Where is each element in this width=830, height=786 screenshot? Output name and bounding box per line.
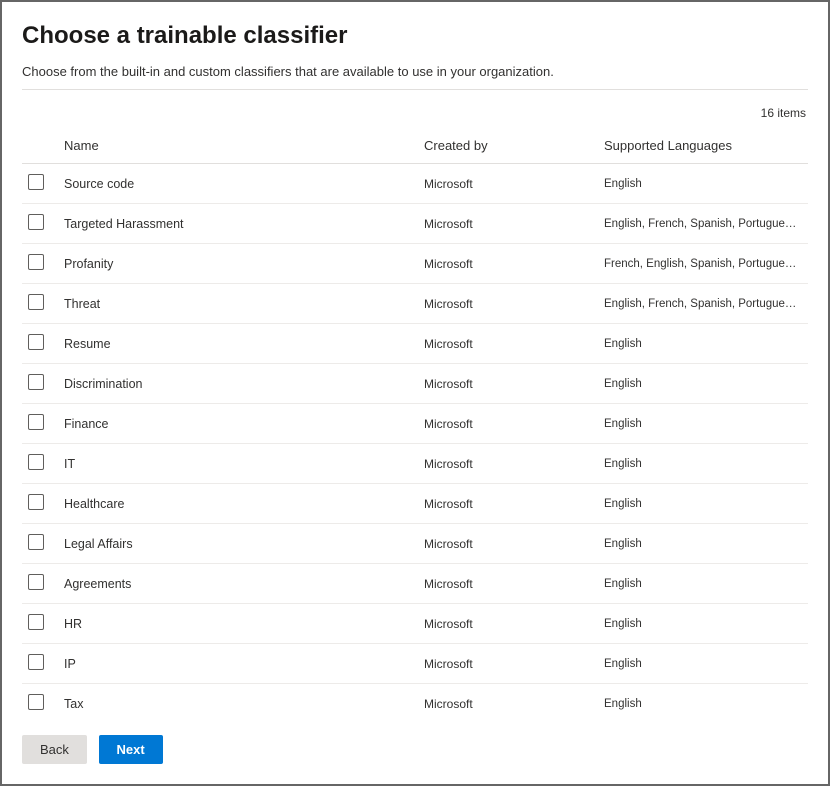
- row-name: Finance: [58, 404, 418, 444]
- row-languages: English, French, Spanish, Portuguese, Ge…: [598, 204, 808, 244]
- table-row[interactable]: Legal AffairsMicrosoftEnglish: [22, 524, 808, 564]
- row-created-by: Microsoft: [418, 564, 598, 604]
- row-languages: English: [598, 564, 808, 604]
- checkbox[interactable]: [28, 294, 44, 310]
- table-row[interactable]: Targeted HarassmentMicrosoftEnglish, Fre…: [22, 204, 808, 244]
- row-languages: English: [598, 164, 808, 204]
- column-header-created-by[interactable]: Created by: [418, 130, 598, 164]
- table-row[interactable]: HealthcareMicrosoftEnglish: [22, 484, 808, 524]
- next-button[interactable]: Next: [99, 735, 163, 764]
- row-created-by: Microsoft: [418, 644, 598, 684]
- row-created-by: Microsoft: [418, 684, 598, 722]
- row-name: Tax: [58, 684, 418, 722]
- checkbox[interactable]: [28, 174, 44, 190]
- table-row[interactable]: Source codeMicrosoftEnglish: [22, 164, 808, 204]
- row-created-by: Microsoft: [418, 364, 598, 404]
- classifier-table: Name Created by Supported Languages Sour…: [22, 130, 808, 721]
- table-row[interactable]: IPMicrosoftEnglish: [22, 644, 808, 684]
- row-created-by: Microsoft: [418, 524, 598, 564]
- item-count: 16 items: [22, 90, 808, 130]
- checkbox[interactable]: [28, 454, 44, 470]
- table-row[interactable]: ThreatMicrosoftEnglish, French, Spanish,…: [22, 284, 808, 324]
- row-checkbox-cell: [22, 604, 58, 644]
- row-created-by: Microsoft: [418, 204, 598, 244]
- row-languages: English: [598, 524, 808, 564]
- row-languages: French, English, Spanish, Portuguese, Ge…: [598, 244, 808, 284]
- checkbox[interactable]: [28, 534, 44, 550]
- checkbox[interactable]: [28, 614, 44, 630]
- page-subtitle: Choose from the built-in and custom clas…: [22, 64, 808, 79]
- row-created-by: Microsoft: [418, 324, 598, 364]
- row-name: Resume: [58, 324, 418, 364]
- checkbox[interactable]: [28, 254, 44, 270]
- row-created-by: Microsoft: [418, 484, 598, 524]
- checkbox[interactable]: [28, 694, 44, 710]
- row-checkbox-cell: [22, 484, 58, 524]
- row-checkbox-cell: [22, 564, 58, 604]
- row-checkbox-cell: [22, 244, 58, 284]
- row-name: IT: [58, 444, 418, 484]
- row-checkbox-cell: [22, 324, 58, 364]
- row-created-by: Microsoft: [418, 444, 598, 484]
- row-checkbox-cell: [22, 684, 58, 722]
- row-created-by: Microsoft: [418, 244, 598, 284]
- row-checkbox-cell: [22, 644, 58, 684]
- row-name: Profanity: [58, 244, 418, 284]
- checkbox[interactable]: [28, 654, 44, 670]
- row-checkbox-cell: [22, 284, 58, 324]
- row-name: Targeted Harassment: [58, 204, 418, 244]
- table-row[interactable]: FinanceMicrosoftEnglish: [22, 404, 808, 444]
- table-row[interactable]: ResumeMicrosoftEnglish: [22, 324, 808, 364]
- row-checkbox-cell: [22, 524, 58, 564]
- page-title: Choose a trainable classifier: [22, 22, 808, 50]
- row-checkbox-cell: [22, 364, 58, 404]
- row-name: Legal Affairs: [58, 524, 418, 564]
- row-languages: English: [598, 684, 808, 722]
- table-row[interactable]: ITMicrosoftEnglish: [22, 444, 808, 484]
- row-name: Healthcare: [58, 484, 418, 524]
- table-row[interactable]: AgreementsMicrosoftEnglish: [22, 564, 808, 604]
- row-name: Discrimination: [58, 364, 418, 404]
- checkbox[interactable]: [28, 214, 44, 230]
- table-row[interactable]: HRMicrosoftEnglish: [22, 604, 808, 644]
- checkbox[interactable]: [28, 574, 44, 590]
- row-checkbox-cell: [22, 164, 58, 204]
- column-header-languages[interactable]: Supported Languages: [598, 130, 808, 164]
- row-name: HR: [58, 604, 418, 644]
- row-name: Source code: [58, 164, 418, 204]
- row-name: Agreements: [58, 564, 418, 604]
- row-checkbox-cell: [22, 444, 58, 484]
- row-languages: English: [598, 324, 808, 364]
- row-languages: English: [598, 644, 808, 684]
- footer: Back Next: [2, 721, 828, 784]
- row-languages: English: [598, 444, 808, 484]
- row-languages: English: [598, 604, 808, 644]
- checkbox[interactable]: [28, 374, 44, 390]
- column-header-checkbox: [22, 130, 58, 164]
- row-created-by: Microsoft: [418, 284, 598, 324]
- row-name: IP: [58, 644, 418, 684]
- row-created-by: Microsoft: [418, 404, 598, 444]
- table-row[interactable]: DiscriminationMicrosoftEnglish: [22, 364, 808, 404]
- row-checkbox-cell: [22, 404, 58, 444]
- table-row[interactable]: TaxMicrosoftEnglish: [22, 684, 808, 722]
- row-created-by: Microsoft: [418, 164, 598, 204]
- row-checkbox-cell: [22, 204, 58, 244]
- row-languages: English, French, Spanish, Portuguese, Ge…: [598, 284, 808, 324]
- checkbox[interactable]: [28, 414, 44, 430]
- column-header-name[interactable]: Name: [58, 130, 418, 164]
- row-languages: English: [598, 404, 808, 444]
- back-button[interactable]: Back: [22, 735, 87, 764]
- checkbox[interactable]: [28, 494, 44, 510]
- checkbox[interactable]: [28, 334, 44, 350]
- row-created-by: Microsoft: [418, 604, 598, 644]
- table-row[interactable]: ProfanityMicrosoftFrench, English, Spani…: [22, 244, 808, 284]
- row-languages: English: [598, 364, 808, 404]
- row-languages: English: [598, 484, 808, 524]
- row-name: Threat: [58, 284, 418, 324]
